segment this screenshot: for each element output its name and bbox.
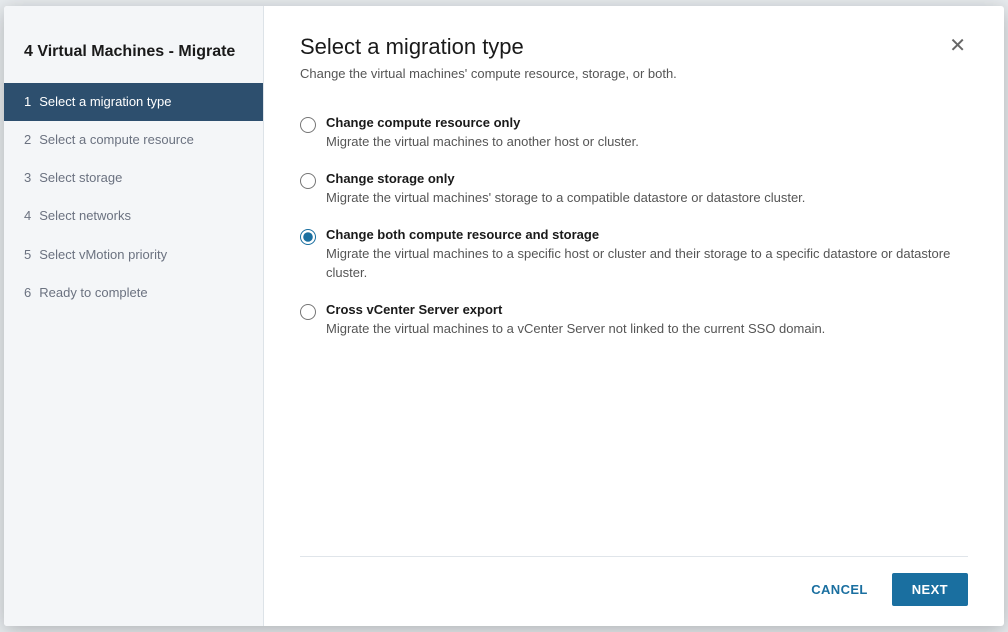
option-desc-compute-only: Migrate the virtual machines to another … — [326, 133, 639, 151]
page-title: Select a migration type — [300, 34, 524, 60]
step-num-4: 4 — [24, 207, 31, 225]
option-text-both: Change both compute resource and storage… — [326, 227, 968, 281]
option-both[interactable]: Change both compute resource and storage… — [300, 217, 968, 291]
option-text-storage-only: Change storage only Migrate the virtual … — [326, 171, 805, 207]
option-storage-only[interactable]: Change storage only Migrate the virtual … — [300, 161, 968, 217]
step-num-1: 1 — [24, 93, 31, 111]
cancel-button[interactable]: CANCEL — [799, 574, 880, 605]
option-desc-both: Migrate the virtual machines to a specif… — [326, 245, 968, 281]
sidebar-item-3: 3 Select storage — [4, 159, 263, 197]
step-num-3: 3 — [24, 169, 31, 187]
sidebar-item-5: 5 Select vMotion priority — [4, 236, 263, 274]
sidebar-item-label-1: Select a migration type — [39, 93, 171, 111]
option-text-compute-only: Change compute resource only Migrate the… — [326, 115, 639, 151]
option-desc-cross-vcenter: Migrate the virtual machines to a vCente… — [326, 320, 825, 338]
step-num-5: 5 — [24, 246, 31, 264]
radio-both[interactable] — [300, 229, 316, 245]
main-header: Select a migration type ✕ — [300, 34, 968, 60]
option-desc-storage-only: Migrate the virtual machines' storage to… — [326, 189, 805, 207]
sidebar-item-6: 6 Ready to complete — [4, 274, 263, 312]
options-list: Change compute resource only Migrate the… — [300, 105, 968, 556]
option-label-both: Change both compute resource and storage — [326, 227, 968, 242]
main-subtitle: Change the virtual machines' compute res… — [300, 66, 968, 81]
radio-compute-only[interactable] — [300, 117, 316, 133]
sidebar-item-4: 4 Select networks — [4, 197, 263, 235]
step-num-6: 6 — [24, 284, 31, 302]
close-button[interactable]: ✕ — [947, 36, 968, 56]
sidebar-item-label-3: Select storage — [39, 169, 122, 187]
radio-storage-only[interactable] — [300, 173, 316, 189]
option-label-cross-vcenter: Cross vCenter Server export — [326, 302, 825, 317]
option-text-cross-vcenter: Cross vCenter Server export Migrate the … — [326, 302, 825, 338]
main-content: Select a migration type ✕ Change the vir… — [264, 6, 1004, 626]
next-button[interactable]: NEXT — [892, 573, 968, 606]
sidebar-item-label-2: Select a compute resource — [39, 131, 194, 149]
option-label-storage-only: Change storage only — [326, 171, 805, 186]
step-num-2: 2 — [24, 131, 31, 149]
option-compute-only[interactable]: Change compute resource only Migrate the… — [300, 105, 968, 161]
option-cross-vcenter[interactable]: Cross vCenter Server export Migrate the … — [300, 292, 968, 348]
sidebar-item-label-6: Ready to complete — [39, 284, 147, 302]
dialog: 4 Virtual Machines - Migrate 1 Select a … — [4, 6, 1004, 626]
sidebar-item-label-5: Select vMotion priority — [39, 246, 167, 264]
sidebar-item-1[interactable]: 1 Select a migration type — [4, 83, 263, 121]
sidebar-item-label-4: Select networks — [39, 207, 131, 225]
sidebar: 4 Virtual Machines - Migrate 1 Select a … — [4, 6, 264, 626]
sidebar-item-2: 2 Select a compute resource — [4, 121, 263, 159]
sidebar-title: 4 Virtual Machines - Migrate — [4, 26, 263, 83]
radio-cross-vcenter[interactable] — [300, 304, 316, 320]
option-label-compute-only: Change compute resource only — [326, 115, 639, 130]
footer: CANCEL NEXT — [300, 556, 968, 626]
